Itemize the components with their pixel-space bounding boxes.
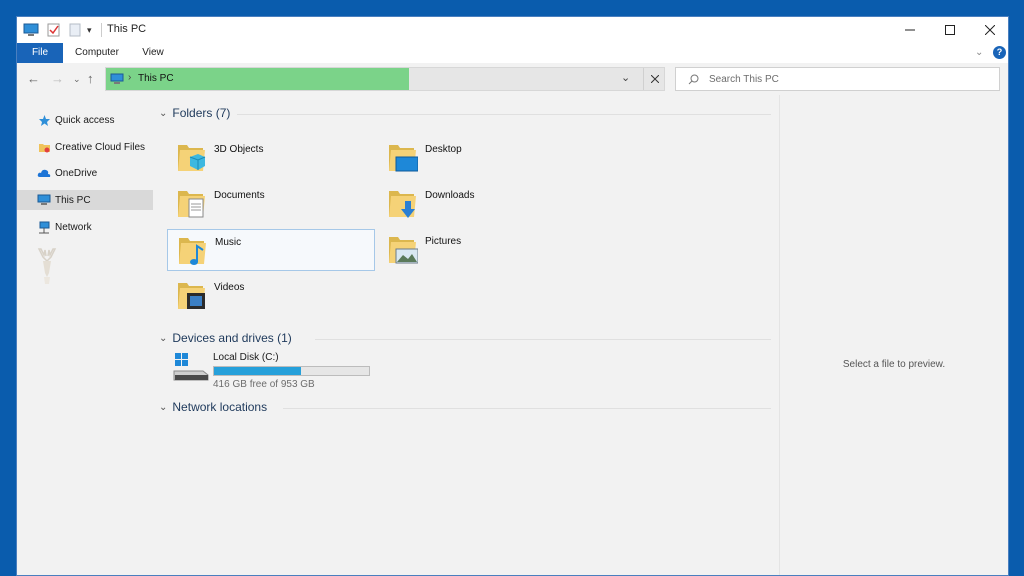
close-icon xyxy=(651,75,659,83)
drive-tile-local-disk[interactable]: Local Disk (C:) 416 GB free of 953 GB xyxy=(167,347,387,391)
drive-usage-fill xyxy=(214,367,302,375)
folder-label: 3D Objects xyxy=(214,144,264,155)
preview-message: Select a file to preview. xyxy=(842,359,946,370)
desktop-folder-icon xyxy=(389,145,418,172)
back-arrow-icon[interactable]: ← xyxy=(27,71,40,86)
group-divider xyxy=(315,339,771,340)
address-bar[interactable]: › This PC ⌄ xyxy=(105,67,665,91)
folder-label: Desktop xyxy=(425,144,462,155)
videos-folder-icon xyxy=(178,283,205,309)
tab-view[interactable]: View xyxy=(133,43,173,63)
computer-icon[interactable] xyxy=(23,21,39,39)
folder-label: Documents xyxy=(214,190,265,201)
breadcrumb-separator-icon[interactable]: › xyxy=(128,72,131,83)
pictures-folder-icon xyxy=(389,237,418,264)
folder-tile-videos[interactable]: Videos xyxy=(167,275,375,317)
sidebar-item-label: This PC xyxy=(55,194,91,206)
window-title: This PC xyxy=(107,23,147,35)
navigation-bar: ← → ⌄ ↑ › This PC ⌄ Search This PC xyxy=(17,63,1008,95)
deer-watermark-icon xyxy=(35,247,59,288)
drive-name: Local Disk (C:) xyxy=(213,352,279,363)
network-locations-header-label: Network locations xyxy=(172,400,268,414)
cloud-icon xyxy=(37,166,51,180)
maximize-icon xyxy=(945,25,955,35)
this-pc-icon xyxy=(110,73,124,84)
help-icon[interactable]: ? xyxy=(993,46,1006,59)
preview-pane: Select a file to preview. xyxy=(779,95,1008,575)
folder-tile-pictures[interactable]: Pictures xyxy=(378,229,586,271)
devices-group-header[interactable]: ⌄ Devices and drives (1) xyxy=(159,331,292,345)
customize-toolbar-chevron-icon[interactable]: ▾ xyxy=(87,21,92,39)
folder-label: Music xyxy=(215,237,242,248)
sidebar-item-label: Creative Cloud Files xyxy=(55,141,146,153)
creative-cloud-icon xyxy=(37,140,51,154)
star-icon xyxy=(37,113,51,127)
folder-tile-3d-objects[interactable]: 3D Objects xyxy=(167,137,375,179)
search-placeholder: Search This PC xyxy=(709,74,779,85)
maximize-button[interactable] xyxy=(930,17,970,43)
collapse-chevron-icon: ⌄ xyxy=(159,107,168,119)
title-divider xyxy=(101,23,102,37)
folder-tile-desktop[interactable]: Desktop xyxy=(378,137,586,179)
drive-free-space: 416 GB free of 953 GB xyxy=(213,379,315,390)
folders-group-header[interactable]: ⌄ Folders (7) xyxy=(159,106,230,120)
sidebar-item-label: Quick access xyxy=(55,114,115,126)
3d-objects-folder-icon xyxy=(178,145,206,171)
sidebar-item-label: Network xyxy=(55,221,92,233)
forward-arrow-icon[interactable]: → xyxy=(51,71,64,86)
search-icon xyxy=(688,74,699,85)
collapse-chevron-icon: ⌄ xyxy=(159,332,168,344)
folder-tile-downloads[interactable]: Downloads xyxy=(378,183,586,225)
minimize-icon xyxy=(905,29,915,31)
folder-label: Downloads xyxy=(425,190,475,201)
expand-ribbon-chevron-icon[interactable]: ⌄ xyxy=(975,47,983,58)
folder-tile-music[interactable]: Music xyxy=(167,229,375,271)
network-icon xyxy=(37,220,51,234)
title-bar: ▾ This PC xyxy=(17,17,1008,43)
address-location[interactable]: This PC xyxy=(138,73,174,84)
group-divider xyxy=(283,408,771,409)
collapse-chevron-icon: ⌄ xyxy=(159,401,168,413)
sidebar-item-label: OneDrive xyxy=(55,167,98,179)
folder-label: Videos xyxy=(214,282,245,293)
content-pane: ⌄ Folders (7) 3D Objects Desktop Documen… xyxy=(155,95,779,575)
up-arrow-icon[interactable]: ↑ xyxy=(87,71,94,86)
search-box[interactable]: Search This PC xyxy=(675,67,1000,91)
navigation-pane: Quick access Creative Cloud Files OneDri… xyxy=(17,95,155,575)
computer-icon xyxy=(37,193,51,207)
sidebar-item-network[interactable]: Network xyxy=(17,217,153,237)
sidebar-item-this-pc[interactable]: This PC xyxy=(17,190,153,210)
address-history-chevron-icon[interactable]: ⌄ xyxy=(621,71,630,84)
tab-file[interactable]: File xyxy=(17,43,63,63)
folder-tile-documents[interactable]: Documents xyxy=(167,183,375,225)
music-folder-icon xyxy=(179,238,206,265)
clear-address-button[interactable] xyxy=(643,68,666,90)
recent-locations-chevron-icon[interactable]: ⌄ xyxy=(73,74,81,85)
sidebar-item-onedrive[interactable]: OneDrive xyxy=(17,163,153,183)
tab-computer[interactable]: Computer xyxy=(69,43,125,63)
group-divider xyxy=(237,114,771,115)
network-locations-group-header[interactable]: ⌄ Network locations xyxy=(159,400,267,414)
sidebar-item-quick-access[interactable]: Quick access xyxy=(17,110,153,130)
drive-usage-bar xyxy=(213,366,370,376)
file-explorer-window: ▾ This PC File Computer View ⌄ ? ← → ⌄ ↑… xyxy=(16,16,1009,576)
downloads-folder-icon xyxy=(389,191,416,218)
hard-drive-icon xyxy=(173,353,209,381)
new-folder-icon[interactable] xyxy=(69,21,81,39)
documents-folder-icon xyxy=(178,191,205,218)
minimize-button[interactable] xyxy=(890,17,930,43)
properties-icon[interactable] xyxy=(47,21,61,39)
sidebar-item-creative-cloud-files[interactable]: Creative Cloud Files xyxy=(17,137,153,157)
close-button[interactable] xyxy=(970,17,1008,43)
folder-label: Pictures xyxy=(425,236,462,247)
folders-header-label: Folders (7) xyxy=(172,106,231,120)
devices-header-label: Devices and drives (1) xyxy=(172,331,292,345)
close-icon xyxy=(985,25,995,35)
ribbon-tabs: File Computer View ⌄ ? xyxy=(17,43,1008,64)
